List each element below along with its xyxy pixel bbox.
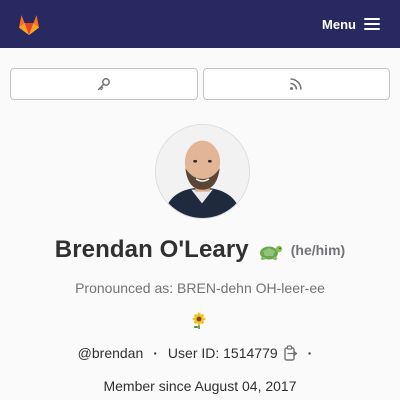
rss-icon — [290, 78, 303, 90]
user-full-name: Brendan O'Leary — [54, 236, 249, 263]
top-navigation-bar: Menu — [0, 0, 400, 48]
menu-button[interactable]: Menu — [322, 13, 380, 36]
key-icon — [97, 78, 110, 91]
rss-feed-button[interactable] — [202, 68, 390, 100]
profile-name-row: Brendan O'Leary (he/him) — [0, 236, 400, 264]
avatar[interactable] — [155, 124, 250, 219]
user-photo — [156, 125, 249, 218]
gitlab-tanuki-icon[interactable] — [16, 11, 42, 37]
copy-user-id-icon[interactable] — [283, 345, 298, 361]
user-pronouns: (he/him) — [290, 242, 346, 258]
hamburger-icon — [364, 18, 380, 30]
profile-actions — [10, 68, 390, 100]
menu-label: Menu — [322, 16, 356, 32]
username: @brendan — [77, 345, 144, 361]
separator: · — [307, 345, 313, 361]
user-meta-row: @brendan · User ID: 1514779 · — [0, 345, 400, 361]
separator: · — [153, 345, 158, 361]
pronunciation-text: Pronounced as: BREN-dehn OH-leer-ee — [75, 280, 325, 296]
ssh-keys-button[interactable] — [10, 68, 198, 100]
member-since: Member since August 04, 2017 — [103, 378, 297, 394]
sunflower-icon — [192, 312, 206, 329]
turtle-icon — [259, 245, 282, 260]
user-id: User ID: 1514779 — [167, 345, 278, 361]
